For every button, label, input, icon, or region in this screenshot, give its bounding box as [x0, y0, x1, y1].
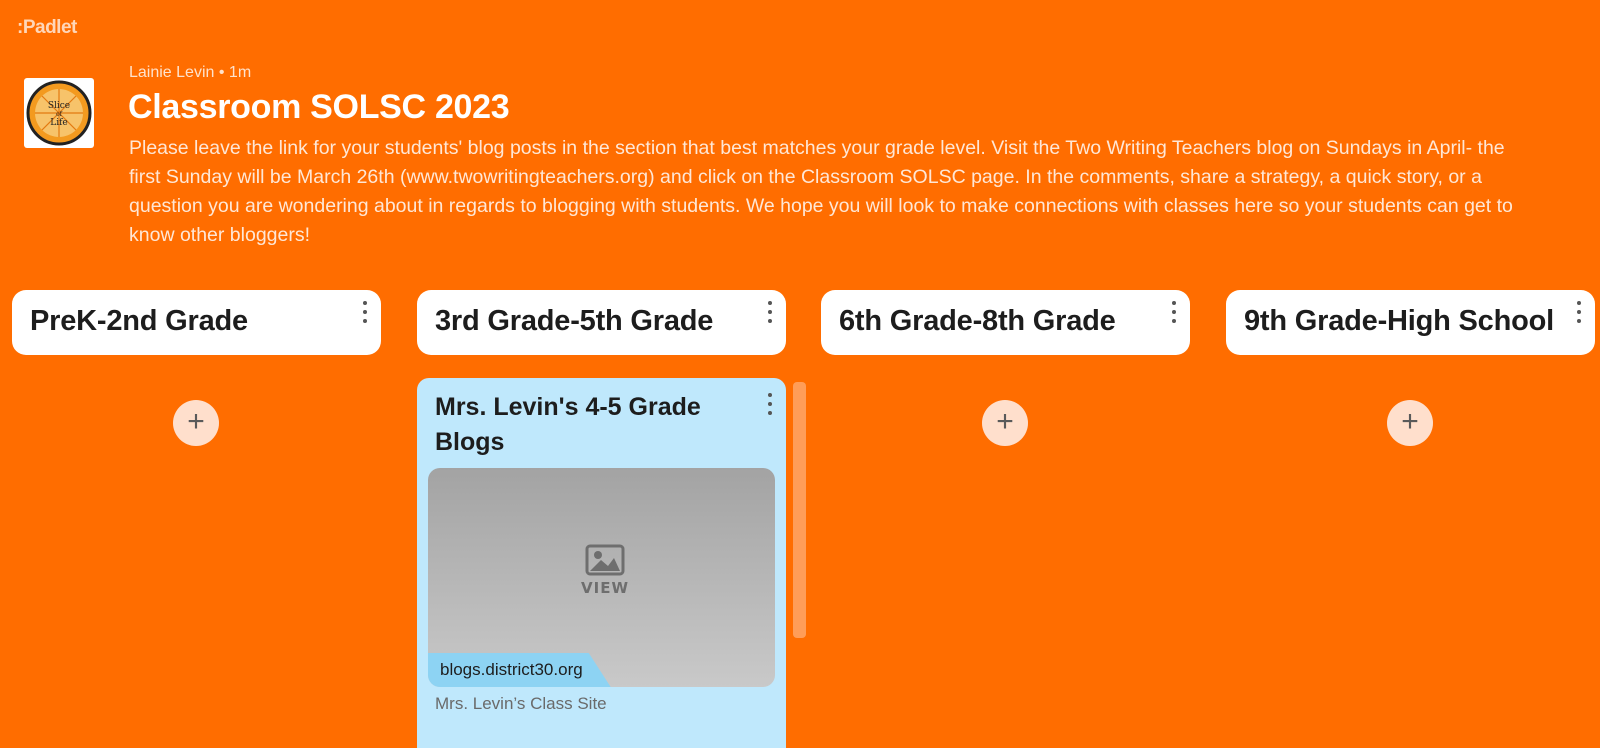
column-scrollbar[interactable] [793, 382, 806, 638]
post-card[interactable]: Mrs. Levin's 4-5 Grade Blogs VIEW blogs.… [417, 378, 786, 748]
section-title: 6th Grade-8th Grade [839, 305, 1116, 337]
link-domain-tag: blogs.district30.org [428, 653, 611, 687]
link-preview[interactable]: VIEW blogs.district30.org [428, 468, 775, 687]
avatar-text-top: Slice [48, 101, 70, 111]
view-label: VIEW [581, 579, 629, 597]
section-title: PreK-2nd Grade [30, 305, 248, 337]
more-vertical-icon[interactable] [764, 392, 776, 416]
board-title: Classroom SOLSC 2023 [128, 88, 510, 126]
column-prek-2nd: PreK-2nd Grade + [12, 290, 381, 446]
section-title: 3rd Grade-5th Grade [435, 305, 714, 337]
section-header: 9th Grade-High School [1226, 290, 1595, 355]
column-6th-8th: 6th Grade-8th Grade + [821, 290, 1190, 446]
post-meta: Lainie Levin • 1m [129, 64, 251, 82]
avatar-text-bottom: Life [50, 118, 68, 128]
more-vertical-icon[interactable] [764, 300, 776, 324]
image-icon: VIEW [581, 544, 628, 598]
time-ago: 1m [228, 64, 252, 81]
post-title: Mrs. Levin's 4-5 Grade Blogs [435, 393, 701, 456]
add-post-button[interactable]: + [982, 400, 1028, 446]
avatar-text-mid: of [56, 111, 63, 118]
board-description: Please leave the link for your students'… [129, 137, 1513, 246]
column-3rd-5th: 3rd Grade-5th Grade Mrs. Levin's 4-5 Gra… [417, 290, 806, 748]
board-avatar: Slice of Life [24, 78, 94, 148]
post-caption: Mrs. Levin’s Class Site [435, 694, 607, 713]
author-name: Lainie Levin [129, 64, 215, 81]
more-vertical-icon[interactable] [1168, 300, 1180, 324]
meta-separator: • [218, 64, 225, 81]
add-post-button[interactable]: + [173, 400, 219, 446]
add-post-button[interactable]: + [1387, 400, 1433, 446]
more-vertical-icon[interactable] [359, 300, 371, 324]
column-9th-high-school: 9th Grade-High School + [1226, 290, 1595, 446]
slice-of-life-logo-icon: Slice of Life [26, 80, 92, 146]
section-header: 6th Grade-8th Grade [821, 290, 1190, 355]
section-header: 3rd Grade-5th Grade [417, 290, 786, 355]
section-header: PreK-2nd Grade [12, 290, 381, 355]
padlet-logo[interactable]: :Padlet [17, 17, 77, 39]
section-title: 9th Grade-High School [1244, 305, 1554, 337]
more-vertical-icon[interactable] [1573, 300, 1585, 324]
